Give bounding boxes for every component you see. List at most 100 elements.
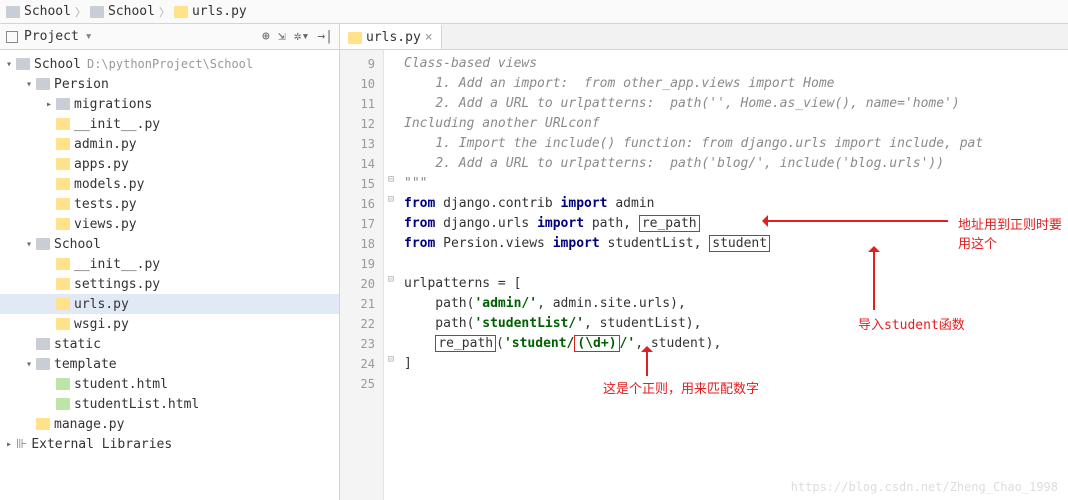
folder-icon — [36, 238, 50, 250]
code-line[interactable]: 2. Add a URL to urlpatterns: path('', Ho… — [398, 94, 1068, 114]
tree-label: wsgi.py — [74, 317, 129, 332]
code-line[interactable]: from django.contrib import admin — [398, 194, 1068, 214]
breadcrumb-item[interactable]: urls.py — [174, 4, 247, 19]
tree-row[interactable]: ▾ Persion — [0, 74, 339, 94]
code-line[interactable]: Class-based views — [398, 54, 1068, 74]
code-line[interactable]: path('admin/', admin.site.urls), — [398, 294, 1068, 314]
py-icon — [56, 318, 70, 330]
tree-row[interactable]: student.html — [0, 374, 339, 394]
py-icon — [36, 418, 50, 430]
folder-icon — [36, 78, 50, 90]
tree-row[interactable]: apps.py — [0, 154, 339, 174]
editor-tabs: urls.py× — [340, 24, 1068, 50]
tree-row[interactable]: wsgi.py — [0, 314, 339, 334]
code-line[interactable]: """ — [398, 174, 1068, 194]
watermark: https://blog.csdn.net/Zheng_Chao_1998 — [791, 480, 1058, 494]
code-line[interactable]: from django.urls import path, re_path — [398, 214, 1068, 234]
project-icon — [6, 31, 18, 43]
tree-label: External Libraries — [31, 437, 172, 452]
close-icon[interactable]: × — [425, 30, 433, 45]
arrow-3-head — [641, 340, 653, 352]
tree-row[interactable]: ▾School — [0, 234, 339, 254]
tree-label: School — [34, 57, 81, 72]
breadcrumbs: School〉School〉urls.py — [0, 0, 1068, 24]
py-icon — [56, 218, 70, 230]
tree-label: tests.py — [74, 197, 137, 212]
tree-label: admin.py — [74, 137, 137, 152]
tree-label: Persion — [54, 77, 109, 92]
tree-label: template — [54, 357, 117, 372]
tree-row[interactable]: tests.py — [0, 194, 339, 214]
code-content[interactable]: 地址用到正则时要用这个 导入student函数 这是个正则，用来匹配数字 Cla… — [398, 50, 1068, 500]
html-icon — [56, 378, 70, 390]
code-line[interactable]: from Persion.views import studentList, s… — [398, 234, 1068, 254]
line-gutter: 910111213141516171819202122232425 — [340, 50, 384, 500]
py-icon — [56, 158, 70, 170]
folder-icon — [90, 6, 104, 18]
folder-icon — [16, 58, 30, 70]
tree-label: migrations — [74, 97, 152, 112]
tree-label: models.py — [74, 177, 144, 192]
tree-label: student.html — [74, 377, 168, 392]
folder-icon — [36, 358, 50, 370]
collapse-icon[interactable]: ⇲ — [278, 29, 286, 44]
folder-icon — [36, 338, 50, 350]
code-line[interactable]: path('studentList/', studentList), — [398, 314, 1068, 334]
caret-icon[interactable]: ▸ — [42, 99, 56, 110]
tree-row[interactable]: views.py — [0, 214, 339, 234]
caret-icon[interactable]: ▾ — [22, 239, 36, 250]
fold-column: ⊟⊟⊟⊟ — [384, 50, 398, 500]
tree-row[interactable]: ▾SchoolD:\pythonProject\School — [0, 54, 339, 74]
arrow-1-head — [756, 215, 768, 227]
tree-label: settings.py — [74, 277, 160, 292]
tree-row[interactable]: studentList.html — [0, 394, 339, 414]
gear-icon[interactable]: ✲▾ — [294, 29, 310, 44]
html-icon — [56, 398, 70, 410]
tree-label: apps.py — [74, 157, 129, 172]
py-icon — [56, 118, 70, 130]
tree-row[interactable]: ▸ migrations — [0, 94, 339, 114]
code-line[interactable]: Including another URLconf — [398, 114, 1068, 134]
sidebar-title: Project — [24, 29, 79, 44]
code-line[interactable]: 1. Add an import: from other_app.views i… — [398, 74, 1068, 94]
code-line[interactable] — [398, 254, 1068, 274]
caret-icon[interactable]: ▾ — [2, 59, 16, 70]
tree-label: __init__.py — [74, 117, 160, 132]
caret-icon[interactable]: ▾ — [22, 359, 36, 370]
py-icon — [56, 138, 70, 150]
editor: urls.py× 9101112131415161718192021222324… — [340, 24, 1068, 500]
tree-row[interactable]: admin.py — [0, 134, 339, 154]
editor-tab[interactable]: urls.py× — [340, 24, 442, 49]
tree-row[interactable]: manage.py — [0, 414, 339, 434]
project-sidebar: Project ▾ ⊕ ⇲ ✲▾ →| ▾SchoolD:\pythonProj… — [0, 24, 340, 500]
py-icon — [56, 178, 70, 190]
code-line[interactable]: 2. Add a URL to urlpatterns: path('blog/… — [398, 154, 1068, 174]
locate-icon[interactable]: ⊕ — [262, 29, 270, 44]
dropdown-icon[interactable]: ▾ — [85, 29, 93, 44]
tree-label: static — [54, 337, 101, 352]
tree-row[interactable]: models.py — [0, 174, 339, 194]
caret-icon[interactable]: ▸ — [2, 439, 16, 450]
tree-label: __init__.py — [74, 257, 160, 272]
code-line[interactable]: 1. Import the include() function: from d… — [398, 134, 1068, 154]
tree-label: urls.py — [74, 297, 129, 312]
hide-icon[interactable]: →| — [317, 29, 333, 44]
code-line[interactable]: ] — [398, 354, 1068, 374]
breadcrumb-item[interactable]: School — [90, 4, 155, 19]
arrow-2-head — [868, 240, 880, 252]
project-tree[interactable]: ▾SchoolD:\pythonProject\School▾Persion▸m… — [0, 50, 339, 500]
caret-icon[interactable]: ▾ — [22, 79, 36, 90]
py-icon — [348, 32, 362, 44]
tree-row[interactable]: ▸⊪External Libraries — [0, 434, 339, 454]
code-line[interactable]: urlpatterns = [ — [398, 274, 1068, 294]
tree-row[interactable]: static — [0, 334, 339, 354]
tree-row[interactable]: urls.py — [0, 294, 339, 314]
tree-row[interactable]: ▾ template — [0, 354, 339, 374]
breadcrumb-item[interactable]: School — [6, 4, 71, 19]
tree-row[interactable]: settings.py — [0, 274, 339, 294]
code-line[interactable] — [398, 374, 1068, 394]
py-icon — [56, 278, 70, 290]
code-line[interactable]: re_path('student/(\d+)/', student), — [398, 334, 1068, 354]
tree-row[interactable]: __init__.py — [0, 114, 339, 134]
tree-row[interactable]: __init__.py — [0, 254, 339, 274]
